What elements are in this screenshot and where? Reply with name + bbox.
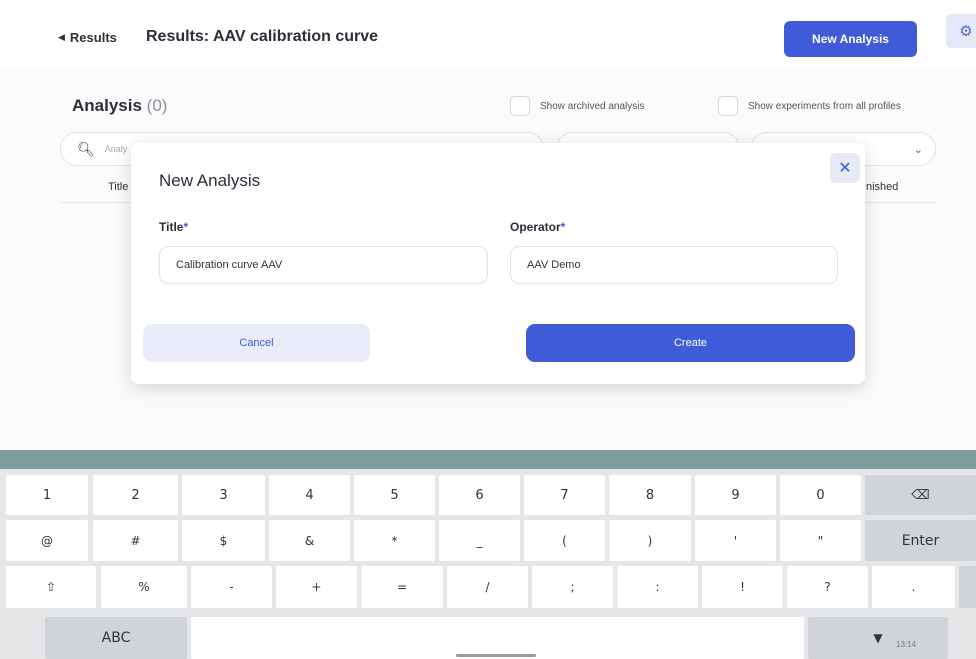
close-icon[interactable]: ✕	[830, 153, 860, 183]
key-6[interactable]: 6	[439, 475, 520, 515]
show-archived-label: Show archived analysis	[540, 100, 645, 112]
key-equals[interactable]: =	[361, 566, 443, 608]
key-question[interactable]: ?	[787, 566, 868, 608]
key-asterisk[interactable]: *	[354, 520, 435, 561]
column-header-finished[interactable]: nished	[866, 181, 898, 193]
home-indicator[interactable]	[456, 654, 536, 657]
space-key[interactable]	[191, 617, 804, 659]
key-colon[interactable]: :	[617, 566, 698, 608]
analysis-count: (0)	[146, 96, 168, 115]
show-all-profiles-checkbox[interactable]: Show experiments from all profiles	[718, 96, 901, 116]
top-bar: ◀ Results Results: AAV calibration curve…	[0, 0, 976, 68]
on-screen-keyboard: 1 2 3 4 5 6 7 8 9 0 ⌫ @ # $ & * _ ( ) ' …	[0, 469, 976, 659]
key-2[interactable]: 2	[93, 475, 178, 515]
key-8[interactable]: 8	[609, 475, 691, 515]
key-underscore[interactable]: _	[439, 520, 520, 561]
key-slash[interactable]: /	[447, 566, 528, 608]
column-header-title[interactable]: Title	[108, 181, 128, 193]
key-plus[interactable]: +	[276, 566, 357, 608]
enter-key[interactable]: Enter	[865, 520, 976, 561]
key-9[interactable]: 9	[695, 475, 776, 515]
operator-label: Operator*	[510, 220, 566, 234]
operator-field[interactable]	[510, 246, 838, 284]
key-ampersand[interactable]: &	[269, 520, 350, 561]
checkbox-box[interactable]	[718, 96, 738, 116]
title-label: Title*	[159, 220, 189, 234]
title-field[interactable]	[159, 246, 488, 284]
back-label: Results	[69, 30, 117, 45]
show-all-profiles-label: Show experiments from all profiles	[748, 100, 901, 112]
key-dollar[interactable]: $	[182, 520, 265, 561]
key-hash[interactable]: #	[93, 520, 178, 561]
search-icon: 🔍︎	[77, 140, 95, 157]
key-7[interactable]: 7	[524, 475, 605, 515]
show-archived-checkbox[interactable]: Show archived analysis	[510, 96, 645, 116]
back-arrow-icon: ◀	[58, 32, 65, 42]
cancel-button[interactable]: Cancel	[143, 324, 370, 362]
key-minus[interactable]: -	[191, 566, 272, 608]
shift-key[interactable]: ⇧	[6, 566, 96, 608]
key-4[interactable]: 4	[269, 475, 350, 515]
key-close-paren[interactable]: )	[609, 520, 691, 561]
status-time: 13:14	[896, 640, 917, 649]
key-0[interactable]: 0	[780, 475, 861, 515]
section-title: Analysis (0)	[72, 96, 168, 115]
key-exclamation[interactable]: !	[702, 566, 783, 608]
key-apostrophe[interactable]: '	[695, 520, 776, 561]
key-5[interactable]: 5	[354, 475, 435, 515]
key-at[interactable]: @	[6, 520, 88, 561]
key-1[interactable]: 1	[6, 475, 88, 515]
new-analysis-button[interactable]: New Analysis	[784, 21, 917, 57]
search-placeholder: Analy	[104, 144, 128, 154]
key-quote[interactable]: "	[780, 520, 861, 561]
key-period[interactable]: .	[872, 566, 955, 608]
new-analysis-dialog: New Analysis ✕ Title* Operator* Cancel C…	[131, 143, 865, 384]
key-percent[interactable]: %	[101, 566, 187, 608]
backspace-key[interactable]: ⌫	[865, 475, 976, 515]
checkbox-box[interactable]	[510, 96, 530, 116]
hide-keyboard-key[interactable]: ▼	[808, 617, 948, 659]
key-open-paren[interactable]: (	[524, 520, 605, 561]
page-title: Results: AAV calibration curve	[146, 28, 379, 45]
chevron-down-icon: ⌄	[913, 143, 923, 156]
abc-key[interactable]: ABC	[45, 617, 187, 659]
dialog-title: New Analysis	[159, 171, 261, 190]
key-semicolon[interactable]: ;	[532, 566, 613, 608]
keyboard-top-bar	[0, 450, 976, 469]
create-button[interactable]: Create	[526, 324, 855, 362]
back-link[interactable]: ◀ Results	[58, 30, 117, 45]
gear-icon[interactable]: ⚙	[946, 14, 976, 48]
key-3[interactable]: 3	[182, 475, 265, 515]
chevron-down-icon[interactable]	[959, 566, 976, 608]
